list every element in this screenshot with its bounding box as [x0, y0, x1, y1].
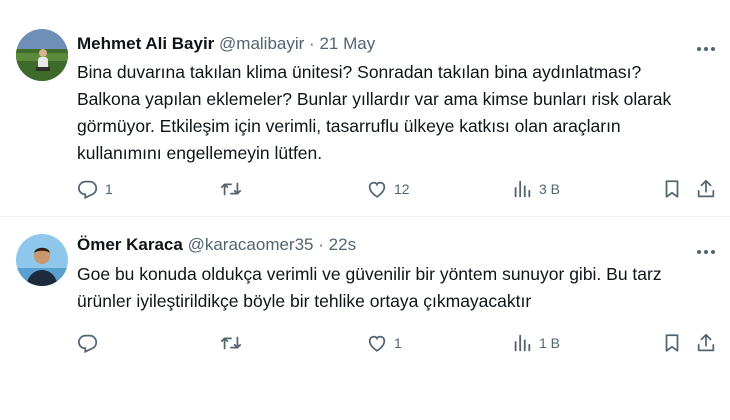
bookmark-button[interactable] — [661, 176, 683, 202]
share-icon — [697, 179, 715, 198]
share-button[interactable] — [695, 176, 717, 202]
heart-icon — [368, 335, 386, 352]
views-icon — [514, 180, 531, 198]
tweet-actions: 1 12 3 B — [77, 176, 717, 202]
bookmark-button[interactable] — [661, 330, 683, 356]
like-button[interactable]: 12 — [366, 176, 410, 202]
like-count: 12 — [394, 181, 410, 197]
separator: · — [309, 34, 315, 53]
avatar[interactable] — [16, 29, 68, 81]
tweet-header: Ömer Karaca @karacaomer35 · 22s — [77, 234, 356, 256]
reply-count: 1 — [105, 181, 113, 197]
separator: · — [318, 235, 324, 254]
tweet[interactable]: Ömer Karaca @karacaomer35 · 22s Goe bu k… — [0, 217, 730, 420]
tweet-actions: 1 1 B — [77, 330, 717, 356]
bookmark-icon — [665, 180, 679, 198]
reply-icon — [77, 180, 98, 200]
reply-icon — [77, 334, 98, 354]
heart-icon — [368, 181, 386, 198]
user-handle[interactable]: @karacaomer35 — [188, 235, 314, 254]
tweet-header: Mehmet Ali Bayir @malibayir · 21 May — [77, 33, 375, 55]
tweet[interactable]: Mehmet Ali Bayir @malibayir · 21 May Bin… — [0, 0, 730, 216]
views-button[interactable]: 3 B — [511, 176, 560, 202]
share-button[interactable] — [695, 330, 717, 356]
more-icon[interactable] — [696, 40, 716, 51]
user-handle[interactable]: @malibayir — [219, 34, 304, 53]
retweet-icon — [220, 182, 242, 196]
display-name[interactable]: Mehmet Ali Bayir — [77, 34, 214, 53]
share-icon — [697, 333, 715, 352]
view-count: 1 B — [539, 335, 561, 351]
more-icon[interactable] — [696, 243, 716, 254]
like-count: 1 — [394, 335, 402, 351]
tweet-text: Bina duvarına takılan klima ünitesi? Son… — [77, 62, 672, 163]
views-icon — [514, 334, 531, 352]
view-count: 3 B — [539, 181, 561, 197]
avatar[interactable] — [16, 234, 68, 286]
reply-button[interactable] — [77, 330, 105, 356]
display-name[interactable]: Ömer Karaca — [77, 235, 183, 254]
timestamp[interactable]: 21 May — [319, 34, 375, 53]
retweet-button[interactable] — [220, 330, 248, 356]
tweet-text: Goe bu konuda oldukça verimli ve güvenil… — [77, 264, 662, 311]
reply-button[interactable]: 1 — [77, 176, 113, 202]
retweet-button[interactable] — [220, 176, 248, 202]
like-button[interactable]: 1 — [366, 330, 402, 356]
views-button[interactable]: 1 B — [511, 330, 560, 356]
retweet-icon — [220, 336, 242, 350]
bookmark-icon — [665, 334, 679, 352]
timestamp[interactable]: 22s — [329, 235, 356, 254]
